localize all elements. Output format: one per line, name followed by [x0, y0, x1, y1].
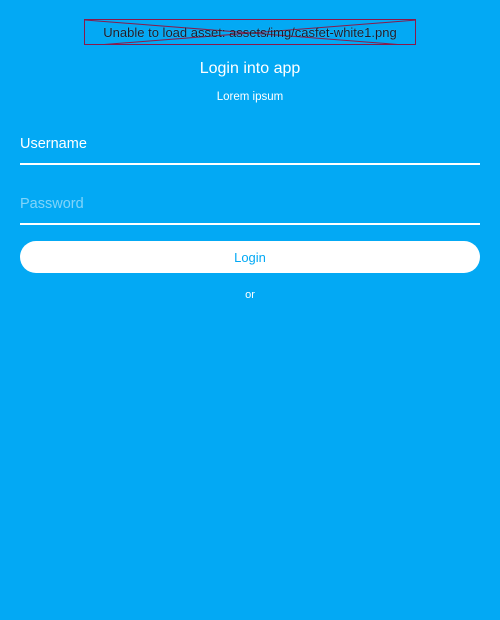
- image-load-error-placeholder: Unable to load asset: assets/img/casfet-…: [84, 19, 416, 45]
- password-field[interactable]: [20, 185, 480, 225]
- password-input[interactable]: [20, 196, 480, 212]
- login-button[interactable]: Login: [20, 241, 480, 273]
- page-subtitle: Lorem ipsum: [216, 91, 284, 103]
- image-load-error-message: Unable to load asset: assets/img/casfet-…: [103, 24, 397, 40]
- username-input[interactable]: [20, 136, 480, 152]
- page-title: Login into app: [199, 60, 301, 77]
- or-separator: or: [245, 289, 255, 301]
- username-field[interactable]: [20, 125, 480, 165]
